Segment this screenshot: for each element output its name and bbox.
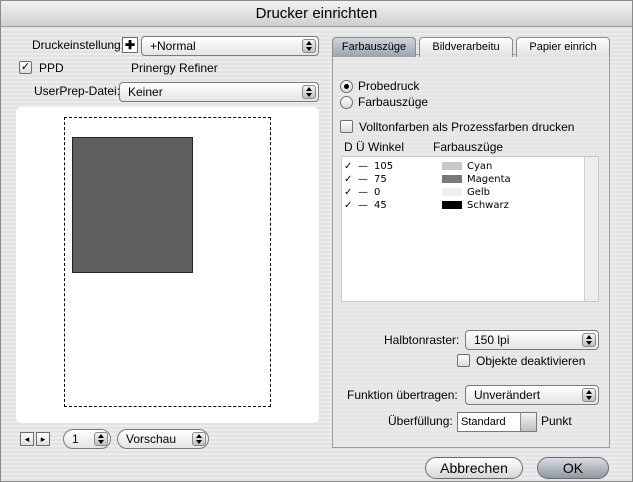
spot-as-process-label: Volltonfarben als Prozessfarben drucken xyxy=(359,120,575,134)
document-area xyxy=(72,137,193,273)
window-title: Drucker einrichten xyxy=(1,1,632,27)
userprep-popup[interactable]: Keiner xyxy=(119,82,319,102)
dash: — xyxy=(358,161,368,172)
page-outline xyxy=(64,117,271,407)
cancel-button[interactable]: Abbrechen xyxy=(425,457,523,479)
radio-separations-label: Farbauszüge xyxy=(358,95,429,109)
tab-page-setup[interactable]: Papier einrich xyxy=(516,37,610,57)
dash: — xyxy=(358,200,368,211)
popup-arrows-icon xyxy=(582,388,596,402)
radio-separations[interactable] xyxy=(340,96,353,109)
angle: 45 xyxy=(374,200,387,211)
disable-objects-label: Objekte deaktivieren xyxy=(476,354,586,368)
prev-page-icon[interactable]: ◂ xyxy=(20,432,34,446)
popup-arrows-icon xyxy=(582,333,596,347)
spot-as-process-checkbox[interactable] xyxy=(340,120,353,133)
print-check[interactable]: ✓ xyxy=(344,160,352,173)
next-page-icon[interactable]: ▸ xyxy=(36,432,50,446)
color-swatch xyxy=(442,175,462,183)
dash: — xyxy=(358,174,368,185)
angle: 75 xyxy=(374,174,387,185)
dash: — xyxy=(358,187,368,198)
separation-name: Magenta xyxy=(467,174,511,185)
popup-arrows-icon xyxy=(302,85,316,99)
disable-objects-checkbox[interactable] xyxy=(457,354,470,367)
separation-name: Schwarz xyxy=(467,200,509,211)
userprep-label: UserPrep-Datei: xyxy=(34,84,121,98)
print-check[interactable]: ✓ xyxy=(344,173,352,186)
ok-button[interactable]: OK xyxy=(537,457,609,479)
userprep-value: Keiner xyxy=(128,85,163,99)
angle: 0 xyxy=(374,187,381,198)
color-swatch xyxy=(442,188,462,196)
list-scrollbar[interactable] xyxy=(584,157,598,301)
separation-name: Cyan xyxy=(467,161,493,172)
trap-label: Überfüllung: xyxy=(388,414,453,428)
list-item[interactable]: ✓ — 105 Cyan xyxy=(342,160,582,173)
tab-image-processing[interactable]: Bildverarbeitu xyxy=(419,37,513,57)
transfer-label: Funktion übertragen: xyxy=(347,388,458,402)
plus-icon[interactable]: ✚ xyxy=(122,37,138,53)
page-popup[interactable]: 1 xyxy=(63,429,111,449)
preset-value: +Normal xyxy=(150,39,196,53)
color-swatch xyxy=(442,201,462,209)
list-item[interactable]: ✓ — 0 Gelb xyxy=(342,186,582,199)
popup-arrows-icon xyxy=(302,39,316,53)
column-headers: D Ü Winkel xyxy=(344,140,405,154)
separation-name: Gelb xyxy=(467,187,491,198)
transfer-popup[interactable]: Unverändert xyxy=(465,385,599,405)
preset-label: Druckeinstellung: xyxy=(32,38,125,52)
popup-arrows-icon xyxy=(192,432,206,446)
list-item[interactable]: ✓ — 75 Magenta xyxy=(342,173,582,186)
print-check[interactable]: ✓ xyxy=(344,186,352,199)
color-swatch xyxy=(442,162,462,170)
preset-popup[interactable]: +Normal xyxy=(141,36,319,56)
halftone-value: 150 lpi xyxy=(474,333,510,347)
halftone-popup[interactable]: 150 lpi xyxy=(465,330,599,350)
trap-unit: Punkt xyxy=(541,414,572,428)
ppd-label: PPD xyxy=(39,61,64,75)
halftone-label: Halbtonraster: xyxy=(384,333,460,347)
ppd-checkbox[interactable]: ✓ xyxy=(19,61,32,74)
trap-field[interactable]: Standard xyxy=(457,412,537,432)
transfer-value: Unverändert xyxy=(474,388,541,402)
view-popup[interactable]: Vorschau xyxy=(117,429,209,449)
angle: 105 xyxy=(374,161,394,172)
separations-list[interactable]: ✓ — 105 Cyan ✓ — 75 Magenta ✓ — 0 Gelb ✓… xyxy=(341,156,599,302)
print-check[interactable]: ✓ xyxy=(344,199,352,212)
list-item[interactable]: ✓ — 45 Schwarz xyxy=(342,199,582,212)
page-value: 1 xyxy=(72,432,79,446)
column-header-separations: Farbauszüge xyxy=(433,140,504,154)
view-value: Vorschau xyxy=(126,432,177,446)
radio-proof[interactable] xyxy=(340,80,353,93)
print-preview xyxy=(16,107,319,423)
popup-arrows-icon xyxy=(94,432,108,446)
stepper-icon[interactable] xyxy=(520,413,536,431)
ppd-value: Prinergy Refiner xyxy=(131,61,218,75)
trap-value: Standard xyxy=(461,416,506,428)
radio-proof-label: Probedruck xyxy=(358,79,420,93)
print-setup-dialog: Drucker einrichten Druckeinstellung: ✚ +… xyxy=(0,0,633,482)
tab-separations[interactable]: Farbauszüge xyxy=(332,37,416,57)
